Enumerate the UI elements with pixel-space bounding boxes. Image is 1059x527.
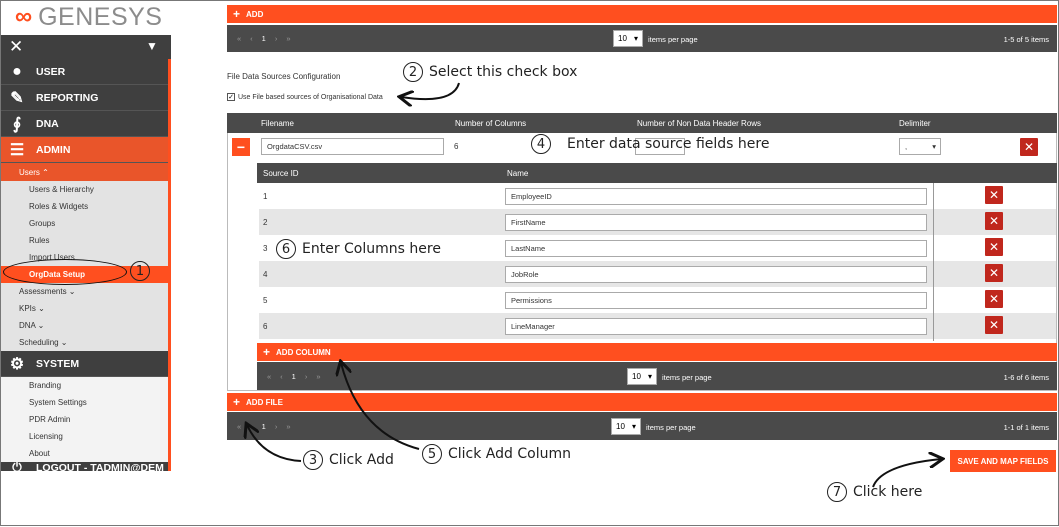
arrow-to-checkbox — [401, 82, 460, 99]
annotation-arrows — [1, 82, 1059, 488]
arrow-to-save-button — [872, 459, 941, 488]
arrow-to-add-file — [247, 425, 302, 462]
arrow-to-add-column — [341, 363, 420, 450]
